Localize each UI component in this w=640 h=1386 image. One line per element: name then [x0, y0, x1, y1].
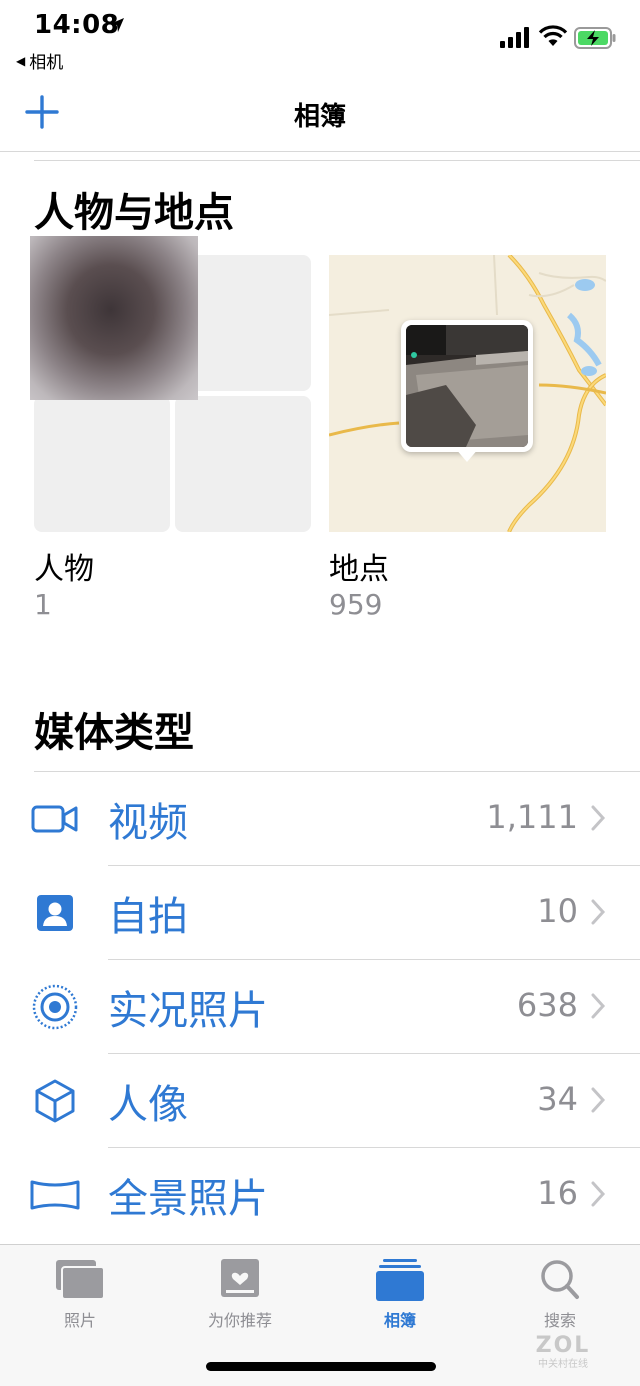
media-row-label: 实况照片: [108, 988, 268, 1034]
media-row-videos[interactable]: 视频 1,111: [0, 772, 640, 866]
back-app-label: 相机: [29, 53, 64, 73]
location-arrow-icon: [110, 18, 124, 32]
navigation-bar: 相簿: [0, 80, 640, 152]
people-count: 1: [34, 588, 52, 621]
map-photo-pin[interactable]: [401, 320, 533, 452]
media-row-label: 视频: [108, 800, 188, 846]
search-icon: [541, 1260, 579, 1299]
media-row-count: 1,111: [486, 798, 578, 836]
tab-label: 照片: [63, 1311, 96, 1330]
top-divider: [34, 160, 640, 161]
chevron-right-icon: [591, 899, 606, 925]
watermark-caption: 中关村在线: [538, 1359, 588, 1370]
live-photo-icon: [32, 984, 78, 1030]
tab-for-you[interactable]: 为你推荐: [160, 1245, 320, 1345]
tab-label: 相簿: [383, 1311, 416, 1330]
media-row-count: 638: [516, 986, 578, 1024]
media-row-label: 全景照片: [108, 1176, 268, 1222]
selfie-portrait-icon: [37, 895, 73, 931]
place-photo: [406, 325, 528, 447]
albums-icon: [376, 1259, 424, 1301]
places-count: 959: [329, 588, 383, 621]
status-bar: 14:08 ◀ 相机: [0, 0, 640, 80]
for-you-heart-icon: [221, 1259, 259, 1297]
media-row-panoramas[interactable]: 全景照片 16: [0, 1148, 640, 1242]
back-to-app-link[interactable]: ◀ 相机: [16, 48, 63, 73]
chevron-right-icon: [591, 805, 606, 831]
blurred-face-photo[interactable]: [30, 236, 198, 400]
places-label: 地点: [329, 552, 389, 587]
people-tile: [175, 396, 311, 532]
map-pin-pointer: [455, 448, 479, 462]
media-row-count: 16: [537, 1174, 578, 1212]
back-triangle-icon: ◀: [16, 53, 26, 68]
page-title: 相簿: [293, 102, 346, 132]
tab-label: 搜索: [543, 1311, 576, 1330]
media-row-selfies[interactable]: 自拍 10: [0, 866, 640, 960]
tab-search[interactable]: 搜索: [480, 1245, 640, 1345]
wifi-icon: [538, 25, 568, 46]
tab-photos[interactable]: 照片: [0, 1245, 160, 1345]
photos-stack-icon: [56, 1260, 105, 1300]
home-indicator[interactable]: [206, 1362, 436, 1371]
watermark-logo: ZOL: [535, 1333, 591, 1358]
chevron-right-icon: [591, 1181, 606, 1207]
media-row-label: 自拍: [108, 894, 188, 940]
tab-label: 为你推荐: [207, 1311, 272, 1330]
media-row-portrait[interactable]: 人像 34: [0, 1054, 640, 1148]
people-tile: [34, 396, 170, 532]
media-row-count: 10: [537, 892, 578, 930]
media-row-live-photos[interactable]: 实况照片 638: [0, 960, 640, 1054]
media-types-heading: 媒体类型: [34, 710, 194, 756]
place-photo-image: [406, 325, 528, 447]
cellular-signal-icon: [500, 27, 529, 48]
media-row-label: 人像: [108, 1082, 188, 1128]
chevron-right-icon: [591, 993, 606, 1019]
tab-albums[interactable]: 相簿: [320, 1245, 480, 1345]
zol-watermark: ZOL 中关村在线: [520, 1334, 606, 1378]
media-row-count: 34: [537, 1080, 578, 1118]
people-places-heading: 人物与地点: [34, 190, 234, 236]
panorama-icon: [30, 1180, 80, 1210]
battery-charging-icon: [574, 27, 616, 49]
cube-portrait-icon: [35, 1079, 75, 1123]
chevron-right-icon: [591, 1087, 606, 1113]
status-time: 14:08: [34, 10, 120, 40]
video-camera-icon: [31, 805, 78, 833]
people-label: 人物: [34, 552, 94, 587]
